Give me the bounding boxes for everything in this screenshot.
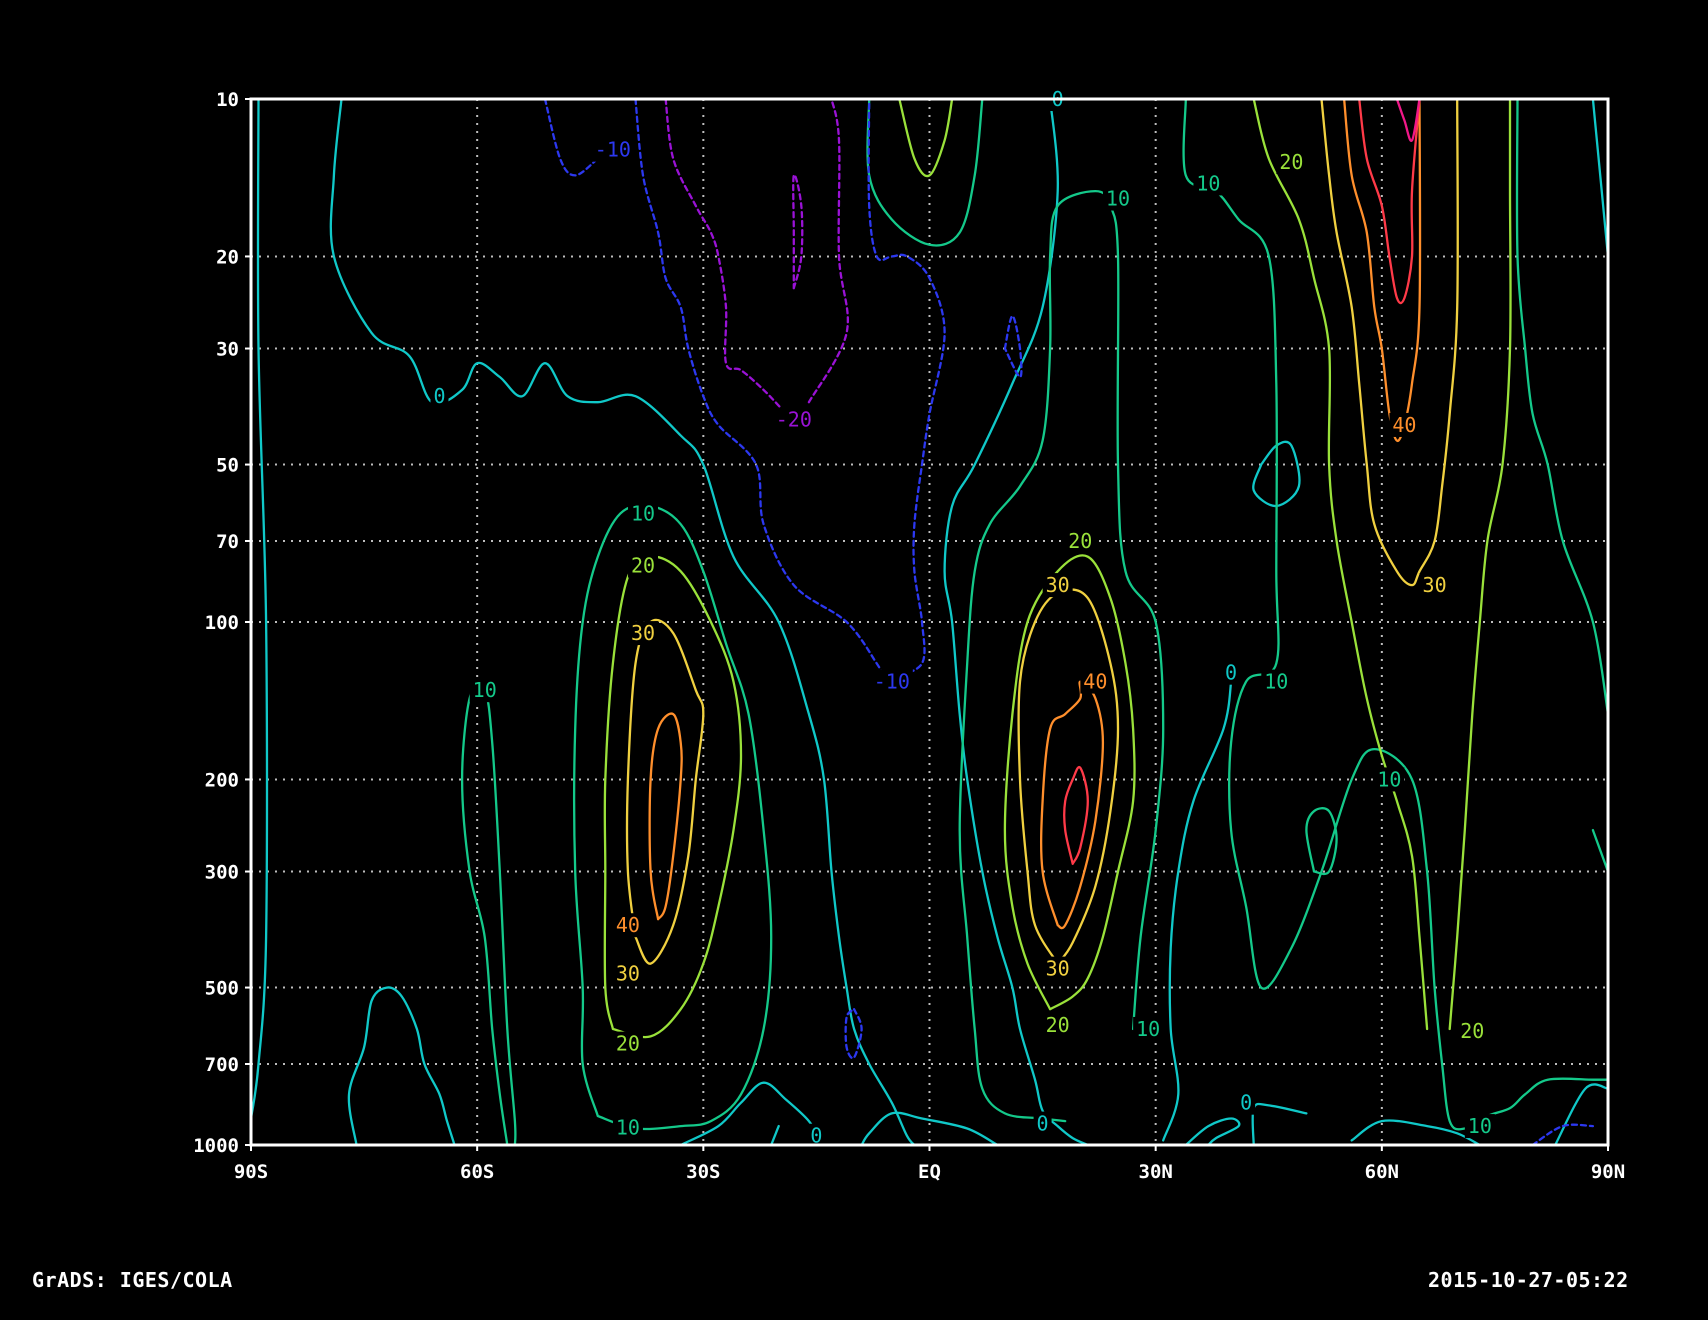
- contour-line: [1320, 97, 1459, 587]
- contour-line: [1342, 97, 1422, 443]
- y-tick-label: 500: [205, 978, 239, 1000]
- contour-line: [770, 1124, 780, 1147]
- contour-line: [866, 97, 984, 247]
- contour-label: 30: [1046, 573, 1070, 597]
- contour-label: 30: [616, 962, 640, 986]
- contour-labels: -10-20-100000001010101010101010102020202…: [430, 87, 1495, 1148]
- contour-label: 20: [1279, 150, 1303, 174]
- x-tick-label: 60N: [1365, 1161, 1399, 1183]
- contour-label: 10: [1196, 171, 1220, 195]
- contour-line: [1554, 1083, 1610, 1147]
- contour-label: 0: [433, 384, 445, 408]
- contour-label: 10: [1264, 670, 1288, 694]
- x-tick-label: 90N: [1591, 1161, 1625, 1183]
- contour-label: 10: [473, 678, 497, 702]
- contour-line: [347, 986, 456, 1147]
- x-tick-label: 30N: [1139, 1161, 1173, 1183]
- contour-line: [807, 97, 849, 404]
- contour-line: [625, 618, 705, 965]
- y-tick-label: 10: [216, 89, 239, 111]
- y-tick-label: 1000: [193, 1135, 239, 1157]
- contour-label: 10: [1106, 187, 1130, 211]
- x-axis-ticks: 90S 60S 30S EQ 30N 60N 90N: [234, 1145, 1625, 1183]
- contour-line: [1017, 588, 1120, 965]
- footer-credit: GrADS: IGES/COLA: [32, 1268, 233, 1292]
- contour-label: 0: [1240, 1091, 1252, 1115]
- contour-label: 10: [631, 501, 655, 525]
- contour-line: [543, 97, 599, 177]
- contour-label: 20: [1068, 529, 1092, 553]
- y-tick-label: 20: [216, 246, 239, 268]
- contour-label: -20: [776, 407, 812, 431]
- contour-label: 10: [1468, 1114, 1492, 1138]
- y-tick-label: 30: [216, 339, 239, 361]
- contour-label: 30: [631, 621, 655, 645]
- contour-label: 20: [631, 554, 655, 578]
- contour-line: [1591, 97, 1610, 258]
- contour-line: [1358, 97, 1421, 305]
- contour-line: [249, 97, 269, 1120]
- footer-timestamp: 2015-10-27-05:22: [1428, 1268, 1629, 1292]
- contour-label: 20: [616, 1032, 640, 1056]
- contour-label: -10: [874, 670, 910, 694]
- contour-line: [1063, 765, 1089, 865]
- contour-line: [1182, 97, 1610, 1131]
- contour-label: 20: [1046, 1013, 1070, 1037]
- x-tick-label: 30S: [686, 1161, 720, 1183]
- contour-line: [867, 97, 946, 680]
- y-tick-label: 50: [216, 455, 239, 477]
- y-tick-label: 70: [216, 531, 239, 553]
- contour-label: 40: [1392, 413, 1416, 437]
- contour-label: 30: [1046, 957, 1070, 981]
- contour-line: [898, 97, 954, 178]
- contour-line: [1162, 662, 1233, 1142]
- contour-line: [679, 1081, 818, 1147]
- contour-label: 10: [1377, 767, 1401, 791]
- contour-line: [460, 684, 517, 1147]
- contour-label: 10: [1136, 1017, 1160, 1041]
- y-tick-label: 200: [205, 769, 239, 791]
- y-tick-label: 700: [205, 1054, 239, 1076]
- contour-line: [1350, 1119, 1481, 1147]
- contour-line: [1251, 1102, 1308, 1147]
- contour-chart: -10-20-100000001010101010101010102020202…: [193, 87, 1625, 1183]
- contour-line: [634, 97, 886, 680]
- contour-line: [1591, 828, 1610, 873]
- contour-line: [329, 97, 916, 1147]
- contour-label: 0: [1037, 1112, 1049, 1136]
- contour-label: 0: [1225, 661, 1237, 685]
- x-tick-label: EQ: [918, 1161, 941, 1183]
- contour-label: 10: [616, 1115, 640, 1139]
- x-tick-label: 60S: [460, 1161, 494, 1183]
- y-tick-label: 100: [205, 612, 239, 634]
- contour-label: 40: [1083, 670, 1107, 694]
- contour-label: -10: [595, 138, 631, 162]
- contour-line: [1184, 1117, 1241, 1147]
- y-tick-label: 300: [205, 862, 239, 884]
- contour-label: 20: [1460, 1019, 1484, 1043]
- contour-line: [792, 173, 804, 290]
- contour-line: [943, 97, 1089, 1147]
- x-tick-label: 90S: [234, 1161, 268, 1183]
- contour-line: [1515, 97, 1610, 716]
- y-axis-ticks: 10 20 30 50 70 100 200 300 500 700 1000: [193, 89, 251, 1157]
- contour-label: 40: [616, 913, 640, 937]
- contour-line: [844, 1008, 863, 1060]
- contour-line: [648, 712, 683, 921]
- contour-line: [1252, 97, 1429, 1031]
- grid-lines: [251, 99, 1608, 1145]
- contour-label: 30: [1423, 573, 1447, 597]
- contour-line: [958, 189, 1165, 1123]
